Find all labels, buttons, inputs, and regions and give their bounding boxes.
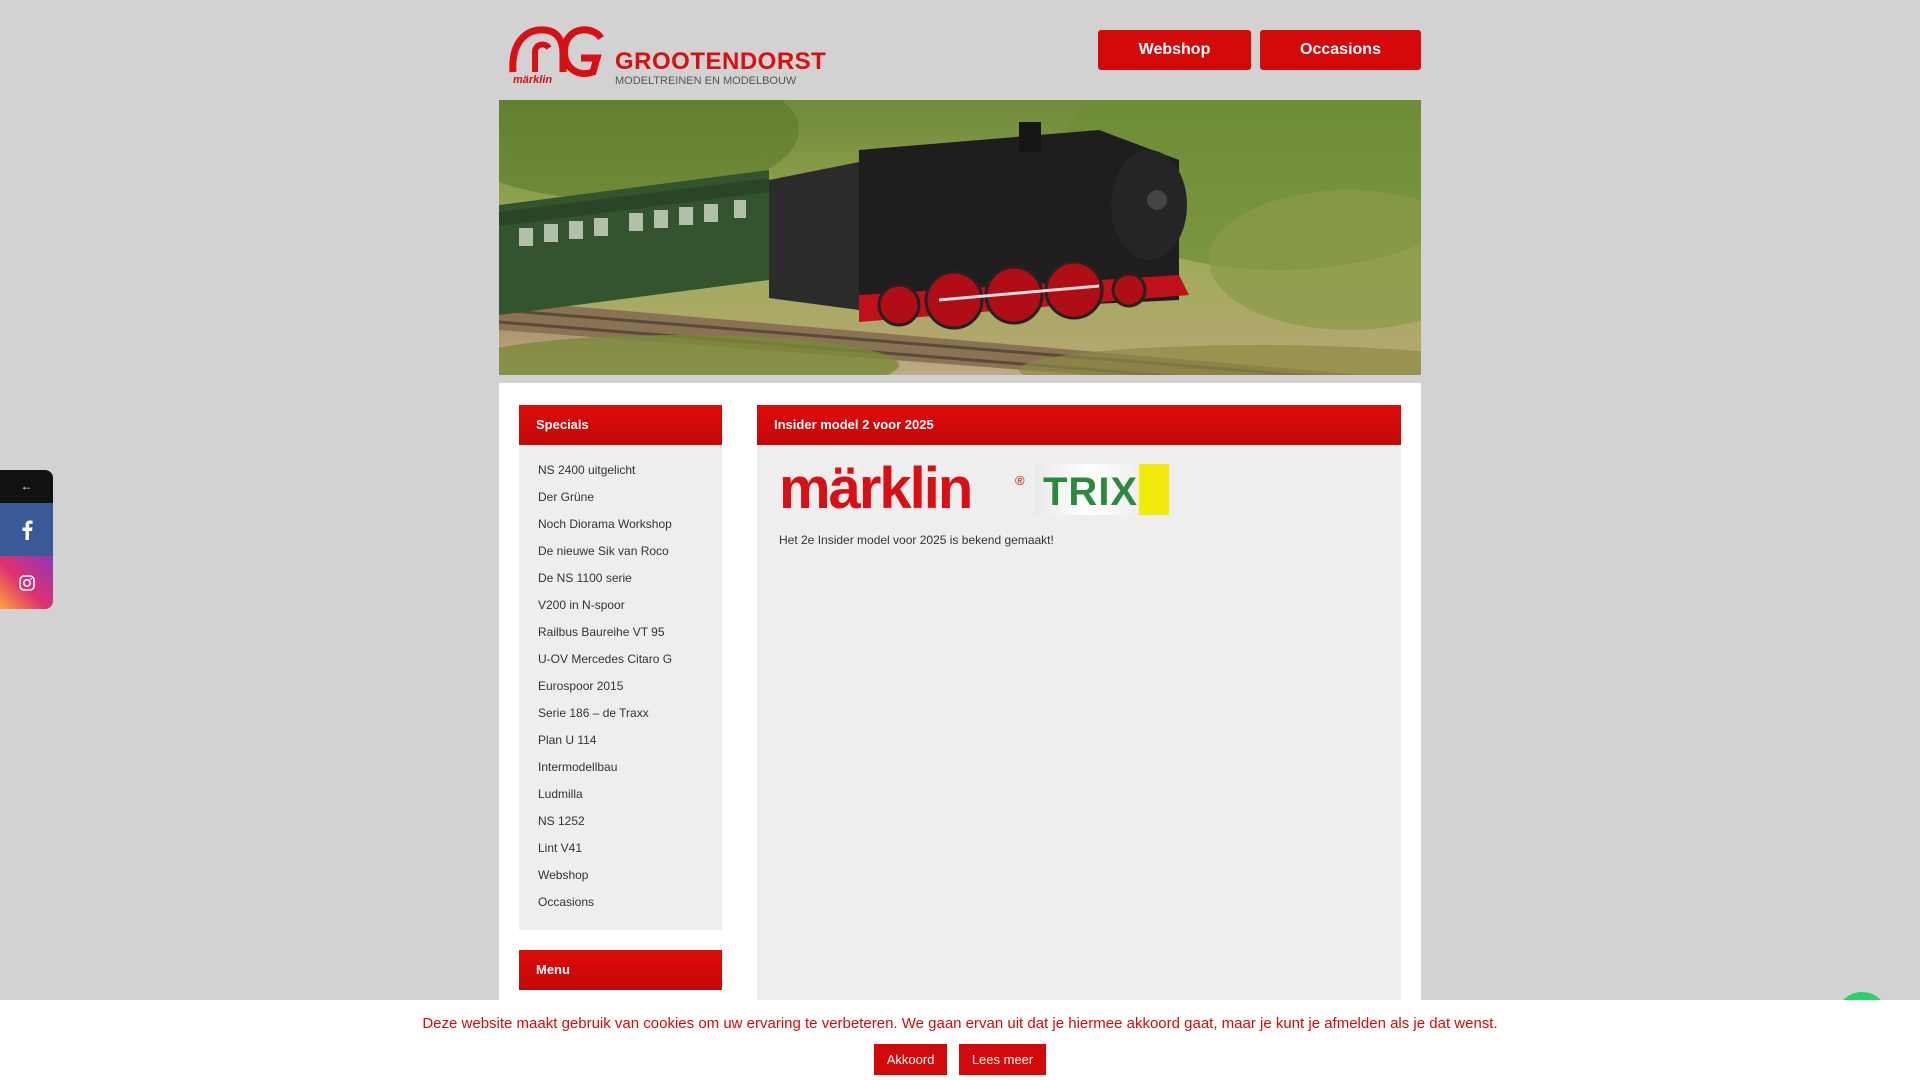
registered-mark: ®: [1015, 473, 1025, 488]
site-logo[interactable]: märklin GROOTENDORST MODELTREINEN EN MOD…: [505, 14, 826, 90]
logo-marklin-text: märklin: [513, 74, 553, 86]
cookie-accept-button[interactable]: Akkoord: [873, 1044, 948, 1075]
occasions-button[interactable]: Occasions: [1260, 30, 1421, 70]
sidebar-item[interactable]: Ludmilla: [519, 781, 722, 808]
site-header: märklin GROOTENDORST MODELTREINEN EN MOD…: [499, 0, 1421, 100]
webshop-button[interactable]: Webshop: [1098, 30, 1251, 70]
content-panel: Specials NS 2400 uitgelicht Der Grüne No…: [499, 383, 1421, 1080]
article: Insider model 2 voor 2025 märklin ® TRIX…: [757, 405, 1401, 1080]
sidebar-item[interactable]: Occasions: [519, 889, 722, 916]
article-title: Insider model 2 voor 2025: [757, 405, 1401, 445]
logo-tagline: MODELTREINEN EN MODELBOUW: [615, 75, 797, 87]
article-intro: Het 2e Insider model voor 2025 is bekend…: [779, 533, 1054, 547]
trix-logo: TRIX: [1035, 464, 1169, 515]
sidebar-item[interactable]: NS 1252: [519, 808, 722, 835]
sidebar-item[interactable]: Noch Diorama Workshop: [519, 511, 722, 538]
sidebar-item[interactable]: De nieuwe Sik van Roco: [519, 538, 722, 565]
facebook-icon: [22, 520, 33, 540]
sidebar-item[interactable]: Der Grüne: [519, 484, 722, 511]
hero-banner-image: [499, 100, 1421, 375]
sidebar-item[interactable]: NS 2400 uitgelicht: [519, 457, 722, 484]
sidebar-item[interactable]: Eurospoor 2015: [519, 673, 722, 700]
sidebar-item[interactable]: Lint V41: [519, 835, 722, 862]
cookie-bar: Deze website maakt gebruik van cookies o…: [0, 1000, 1920, 1080]
logo-name: GROOTENDORST: [615, 48, 827, 75]
sidebar-item[interactable]: Intermodellbau: [519, 754, 722, 781]
sidebar-item[interactable]: U-OV Mercedes Citaro G: [519, 646, 722, 673]
cookie-read-more-button[interactable]: Lees meer: [958, 1044, 1047, 1075]
cookie-message: Deze website maakt gebruik van cookies o…: [422, 1015, 1498, 1032]
sidebar-item[interactable]: V200 in N-spoor: [519, 592, 722, 619]
marklin-logo: märklin: [779, 456, 973, 521]
specials-header: Specials: [519, 405, 722, 445]
sidebar-item[interactable]: Webshop: [519, 862, 722, 889]
sidebar-item[interactable]: Railbus Baureihe VT 95: [519, 619, 722, 646]
trix-logo-text: TRIX: [1043, 470, 1139, 514]
specials-list: NS 2400 uitgelicht Der Grüne Noch Dioram…: [519, 445, 722, 930]
instagram-button[interactable]: [0, 556, 53, 609]
sidebar: Specials NS 2400 uitgelicht Der Grüne No…: [519, 405, 722, 990]
brand-logos[interactable]: märklin ® TRIX: [779, 456, 1179, 521]
social-collapse-button[interactable]: ←: [0, 470, 53, 503]
sidebar-item[interactable]: De NS 1100 serie: [519, 565, 722, 592]
instagram-icon: [18, 574, 35, 591]
menu-header: Menu: [519, 950, 722, 990]
steam-train-illustration: [499, 100, 1421, 375]
sidebar-item[interactable]: Serie 186 – de Traxx: [519, 700, 722, 727]
facebook-button[interactable]: [0, 503, 53, 556]
sidebar-item[interactable]: Plan U 114: [519, 727, 722, 754]
